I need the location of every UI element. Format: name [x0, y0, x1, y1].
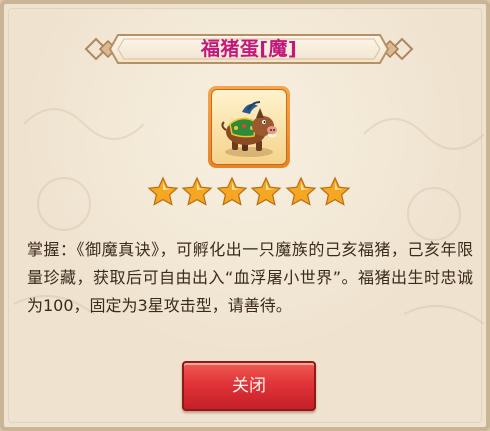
star-icon [181, 176, 213, 206]
title-banner: 福猪蛋[魔] [82, 29, 416, 69]
star-icon [250, 176, 282, 206]
item-icon-frame [208, 86, 290, 168]
star-icon [285, 176, 316, 206]
star-icon [216, 176, 248, 206]
item-info-dialog: 福猪蛋[魔] 掌握：《御魔真诀》，可孵化出一只魔族的己亥福猪，己亥年限量珍藏，获… [0, 0, 490, 431]
close-button[interactable]: 关闭 [182, 361, 316, 411]
star-icon [319, 176, 351, 206]
item-description: 掌握：《御魔真诀》，可孵化出一只魔族的己亥福猪，己亥年限量珍藏，获取后可自由出入… [27, 240, 473, 315]
dialog-title: 福猪蛋[魔] [200, 38, 298, 60]
star-icon [147, 176, 179, 206]
item-slot [211, 89, 287, 165]
star-rating [147, 176, 351, 212]
boar-pet-icon [221, 101, 277, 157]
